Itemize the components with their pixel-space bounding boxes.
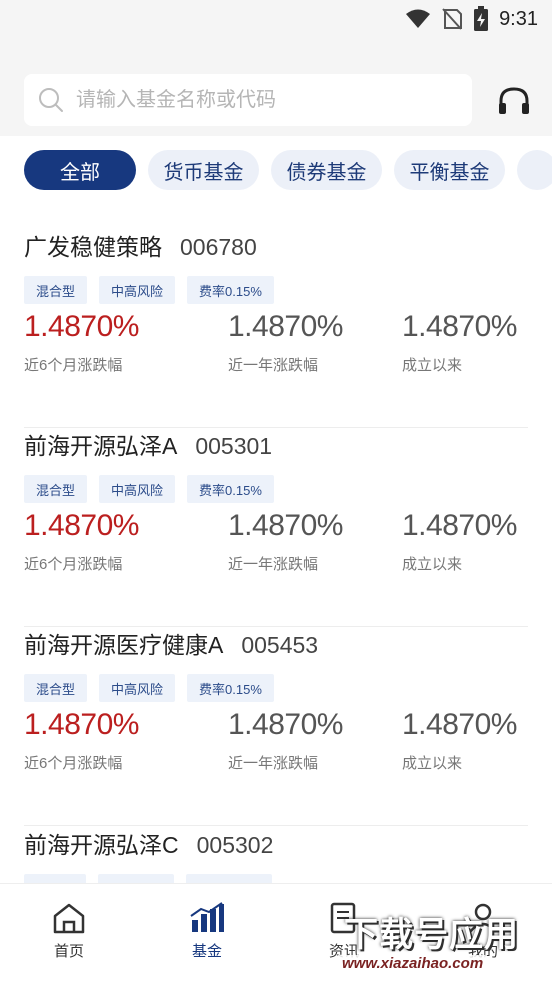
fund-code: 006780 [180, 234, 257, 260]
tab-all[interactable]: 全部 [24, 150, 136, 190]
search-icon [39, 88, 63, 112]
wifi-icon [406, 9, 431, 28]
fund-type-tag [24, 874, 86, 883]
watermark-url: www.xiazaihao.com [338, 955, 488, 972]
since-inception-label: 成立以来 [402, 556, 463, 573]
six-month-stat: 1.4870% 近6个月涨跌幅 [24, 509, 139, 574]
watermark-title: 下载号应用 [344, 916, 519, 954]
fund-type-tag: 混合型 [24, 674, 88, 702]
fund-name: 广发稳健策略 [24, 234, 162, 260]
search-row [0, 60, 552, 138]
since-inception-stat: 1.4870% 成立以来 [402, 708, 517, 773]
one-year-stat: 1.4870% 近一年涨跌幅 [228, 310, 343, 375]
fund-list-panel: 全部 货币基金 债券基金 平衡基金 广发稳健策略 006780 混合型 中高风险… [0, 136, 552, 883]
one-year-label: 近一年涨跌幅 [228, 755, 319, 772]
status-time: 9:31 [499, 7, 538, 30]
fund-card[interactable]: 前海开源弘泽C 005302 [24, 826, 528, 883]
fund-name: 前海开源弘泽A [24, 433, 178, 459]
tab-more[interactable] [517, 150, 552, 190]
six-month-label: 近6个月涨跌幅 [24, 755, 123, 772]
since-inception-label: 成立以来 [402, 755, 463, 772]
six-month-stat: 1.4870% 近6个月涨跌幅 [24, 708, 139, 773]
status-icons: 9:31 [405, 6, 538, 32]
six-month-stat: 1.4870% 近6个月涨跌幅 [24, 310, 139, 375]
one-year-label: 近一年涨跌幅 [228, 556, 319, 573]
fund-tags: 混合型 中高风险 费率0.15% [24, 475, 274, 503]
fund-title: 前海开源弘泽A 005301 [24, 427, 272, 461]
since-inception-value: 1.4870% [402, 509, 517, 542]
category-tabs: 全部 货币基金 债券基金 平衡基金 [24, 150, 552, 190]
battery-charging-icon [474, 6, 489, 31]
six-month-value: 1.4870% [24, 509, 139, 542]
six-month-value: 1.4870% [24, 310, 139, 343]
status-bar: 9:31 [0, 0, 552, 40]
chart-bars-icon [190, 902, 224, 932]
fund-name: 前海开源弘泽C [24, 832, 179, 858]
fee-rate-tag: 费率0.15% [187, 674, 274, 702]
fund-title: 广发稳健策略 006780 [24, 228, 257, 262]
risk-level-tag: 中高风险 [99, 674, 176, 702]
one-year-stat: 1.4870% 近一年涨跌幅 [228, 708, 343, 773]
fund-tags: 混合型 中高风险 费率0.15% [24, 276, 274, 304]
six-month-value: 1.4870% [24, 708, 139, 741]
fund-code: 005302 [196, 832, 274, 858]
one-year-value: 1.4870% [228, 708, 343, 741]
search-box[interactable] [24, 74, 472, 126]
nav-fund[interactable]: 基金 [167, 902, 247, 961]
fund-code: 005301 [195, 433, 273, 459]
nav-home[interactable]: 首页 [29, 902, 109, 961]
fund-type-tag: 混合型 [24, 276, 88, 304]
fee-rate-tag: 费率0.15% [187, 475, 274, 503]
since-inception-value: 1.4870% [402, 708, 517, 741]
fund-code: 005453 [241, 632, 319, 658]
risk-level-tag: 中高风险 [99, 475, 176, 503]
since-inception-value: 1.4870% [402, 310, 517, 343]
headset-icon[interactable] [496, 84, 532, 120]
fund-title: 前海开源弘泽C 005302 [24, 826, 273, 860]
fund-card[interactable]: 前海开源医疗健康A 005453 混合型 中高风险 费率0.15% 1.4870… [24, 626, 528, 826]
risk-level-tag [98, 874, 174, 883]
six-month-label: 近6个月涨跌幅 [24, 556, 123, 573]
since-inception-stat: 1.4870% 成立以来 [402, 310, 517, 375]
fund-tags [24, 874, 272, 883]
nav-fund-label: 基金 [191, 943, 222, 960]
six-month-label: 近6个月涨跌幅 [24, 357, 123, 374]
fee-rate-tag: 费率0.15% [187, 276, 274, 304]
fund-card[interactable]: 前海开源弘泽A 005301 混合型 中高风险 费率0.15% 1.4870% … [24, 427, 528, 627]
tab-bond-fund[interactable]: 债券基金 [271, 150, 382, 190]
fund-name: 前海开源医疗健康A [24, 632, 224, 658]
fund-type-tag: 混合型 [24, 475, 88, 503]
fee-rate-tag [186, 874, 272, 883]
since-inception-stat: 1.4870% 成立以来 [402, 509, 517, 574]
fund-tags: 混合型 中高风险 费率0.15% [24, 674, 274, 702]
no-signal-icon [442, 8, 463, 30]
one-year-stat: 1.4870% 近一年涨跌幅 [228, 509, 343, 574]
nav-home-label: 首页 [53, 943, 84, 960]
search-input[interactable] [76, 88, 436, 112]
one-year-value: 1.4870% [228, 310, 343, 343]
fund-title: 前海开源医疗健康A 005453 [24, 626, 318, 660]
since-inception-label: 成立以来 [402, 357, 463, 374]
tab-money-fund[interactable]: 货币基金 [148, 150, 259, 190]
risk-level-tag: 中高风险 [99, 276, 176, 304]
watermark: 下载号应用 www.xiazaihao.com [328, 903, 548, 979]
home-icon [53, 903, 85, 934]
tab-balanced-fund[interactable]: 平衡基金 [394, 150, 505, 190]
one-year-value: 1.4870% [228, 509, 343, 542]
fund-card[interactable]: 广发稳健策略 006780 混合型 中高风险 费率0.15% 1.4870% 近… [24, 228, 528, 428]
one-year-label: 近一年涨跌幅 [228, 357, 319, 374]
